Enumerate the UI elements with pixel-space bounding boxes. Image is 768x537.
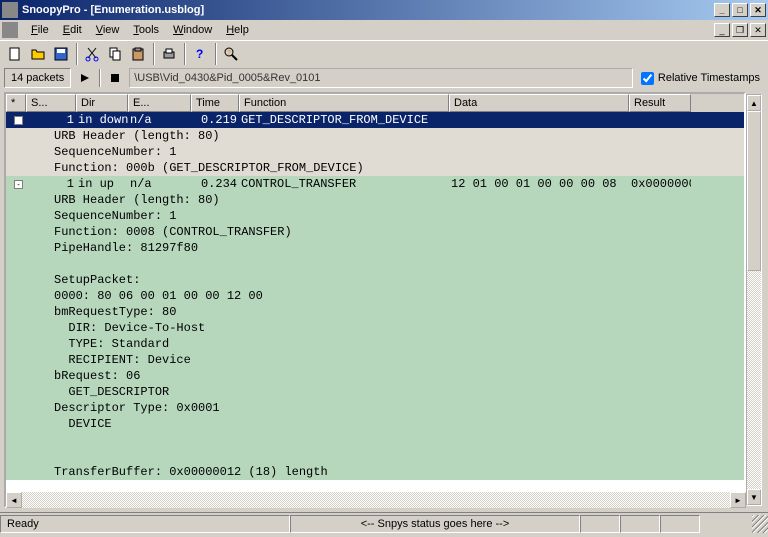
column-header-cell[interactable]: Dir <box>76 94 128 112</box>
resize-grip[interactable] <box>752 515 768 533</box>
play-button[interactable] <box>75 69 95 87</box>
table-row[interactable]: -1in upn/a0.234CONTROL_TRANSFER12 01 00 … <box>6 176 744 192</box>
table-row[interactable]: TYPE: Standard <box>6 336 744 352</box>
table-row[interactable]: SequenceNumber: 1 <box>6 208 744 224</box>
vertical-scrollbar[interactable]: ▲ ▼ <box>746 94 762 506</box>
cut-button[interactable] <box>81 43 103 65</box>
status-panel <box>580 515 620 533</box>
scroll-left-button[interactable]: ◄ <box>6 492 22 508</box>
window-title: SnoopyPro - [Enumeration.usblog] <box>22 4 714 16</box>
table-row[interactable]: TransferBuffer: 0x00000012 (18) length <box>6 464 744 480</box>
scroll-down-button[interactable]: ▼ <box>747 489 761 505</box>
packet-count: 14 packets <box>4 68 71 88</box>
column-header-cell[interactable]: E... <box>128 94 191 112</box>
status-panel <box>660 515 700 533</box>
status-message: <-- Snpys status goes here --> <box>290 515 580 533</box>
horizontal-scrollbar[interactable]: ◄ ► <box>6 492 746 508</box>
status-bar: Ready <-- Snpys status goes here --> <box>0 512 768 534</box>
column-header-cell[interactable]: Result <box>629 94 691 112</box>
table-row[interactable]: bmRequestType: 80 <box>6 304 744 320</box>
column-header-cell[interactable]: Time <box>191 94 239 112</box>
paste-button[interactable] <box>127 43 149 65</box>
menu-help[interactable]: Help <box>219 22 256 38</box>
menu-bar: File Edit View Tools Window Help _ ❐ ✕ <box>0 20 768 40</box>
table-row[interactable]: RECIPIENT: Device <box>6 352 744 368</box>
table-row[interactable]: PipeHandle: 81297f80 <box>6 240 744 256</box>
status-ready: Ready <box>0 515 290 533</box>
maximize-button[interactable]: □ <box>732 3 748 17</box>
status-panel <box>620 515 660 533</box>
copy-button[interactable] <box>104 43 126 65</box>
menu-tools[interactable]: Tools <box>126 22 166 38</box>
save-button[interactable] <box>50 43 72 65</box>
toolbar-separator <box>76 43 78 65</box>
table-row[interactable]: GET_DESCRIPTOR <box>6 384 744 400</box>
table-row[interactable]: Function: 0008 (CONTROL_TRANSFER) <box>6 224 744 240</box>
column-header: *S...DirE...TimeFunctionDataResult <box>6 94 744 112</box>
scroll-right-button[interactable]: ► <box>730 492 746 508</box>
print-button[interactable] <box>158 43 180 65</box>
expand-toggle[interactable]: - <box>14 116 23 125</box>
toolbar-separator <box>153 43 155 65</box>
svg-text:?: ? <box>227 50 231 57</box>
table-row[interactable]: -1in downn/a0.219GET_DESCRIPTOR_FROM_DEV… <box>6 112 744 128</box>
packet-list-area: *S...DirE...TimeFunctionDataResult -1in … <box>0 90 768 512</box>
find-button[interactable]: ? <box>220 43 242 65</box>
scroll-thumb[interactable] <box>747 111 761 271</box>
column-header-cell[interactable]: S... <box>26 94 76 112</box>
table-row[interactable]: bRequest: 06 <box>6 368 744 384</box>
open-button[interactable] <box>27 43 49 65</box>
table-row[interactable]: DEVICE <box>6 416 744 432</box>
column-header-cell[interactable]: Data <box>449 94 629 112</box>
menu-view[interactable]: View <box>89 22 127 38</box>
info-bar: 14 packets \USB\Vid_0430&Pid_0005&Rev_01… <box>0 66 768 90</box>
menu-file[interactable]: File <box>24 22 56 38</box>
table-row[interactable] <box>6 432 744 448</box>
title-bar: SnoopyPro - [Enumeration.usblog] _ □ ✕ <box>0 0 768 20</box>
mdi-restore-button[interactable]: ❐ <box>732 23 748 37</box>
relative-ts-label: Relative Timestamps <box>658 72 760 84</box>
toolbar: ? ? <box>0 40 768 66</box>
mdi-doc-icon[interactable] <box>2 22 18 38</box>
packet-rows[interactable]: -1in downn/a0.219GET_DESCRIPTOR_FROM_DEV… <box>6 112 744 506</box>
table-row[interactable]: 0000: 80 06 00 01 00 00 12 00 <box>6 288 744 304</box>
relative-ts-input[interactable] <box>641 72 654 85</box>
mdi-minimize-button[interactable]: _ <box>714 23 730 37</box>
table-row[interactable]: URB Header (length: 80) <box>6 192 744 208</box>
stop-button[interactable] <box>105 69 125 87</box>
new-button[interactable] <box>4 43 26 65</box>
table-row[interactable]: DIR: Device-To-Host <box>6 320 744 336</box>
column-header-cell[interactable]: Function <box>239 94 449 112</box>
toolbar-separator <box>215 43 217 65</box>
svg-text:?: ? <box>196 47 203 61</box>
toolbar-separator <box>184 43 186 65</box>
close-button[interactable]: ✕ <box>750 3 766 17</box>
scroll-up-button[interactable]: ▲ <box>747 95 761 111</box>
usb-device-path: \USB\Vid_0430&Pid_0005&Rev_0101 <box>129 68 633 88</box>
app-icon <box>2 2 18 18</box>
table-row[interactable]: Descriptor Type: 0x0001 <box>6 400 744 416</box>
table-row[interactable] <box>6 256 744 272</box>
table-row[interactable]: SequenceNumber: 1 <box>6 144 744 160</box>
expand-toggle[interactable]: - <box>14 180 23 189</box>
menu-window[interactable]: Window <box>166 22 219 38</box>
table-row[interactable] <box>6 448 744 464</box>
table-row[interactable]: URB Header (length: 80) <box>6 128 744 144</box>
help-button[interactable]: ? <box>189 43 211 65</box>
minimize-button[interactable]: _ <box>714 3 730 17</box>
mdi-close-button[interactable]: ✕ <box>750 23 766 37</box>
table-row[interactable]: SetupPacket: <box>6 272 744 288</box>
relative-timestamps-checkbox[interactable]: Relative Timestamps <box>637 72 764 85</box>
menu-edit[interactable]: Edit <box>56 22 89 38</box>
table-row[interactable]: Function: 000b (GET_DESCRIPTOR_FROM_DEVI… <box>6 160 744 176</box>
column-header-cell[interactable]: * <box>6 94 26 112</box>
